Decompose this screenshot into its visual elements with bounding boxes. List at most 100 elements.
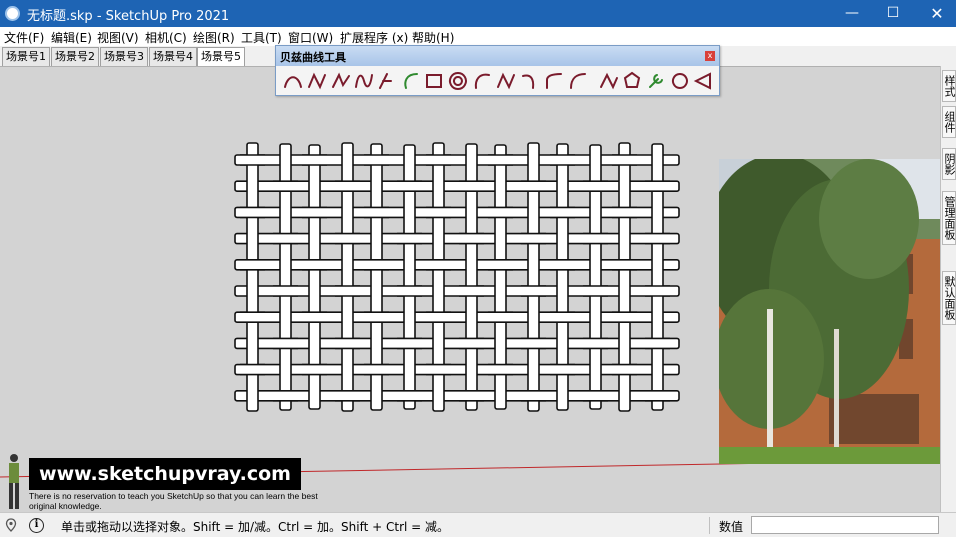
weft-strip: [234, 285, 680, 297]
polygon-tool-icon[interactable]: [621, 70, 643, 92]
fit-arc-tool-icon[interactable]: [400, 70, 422, 92]
weave-crossing: [459, 286, 484, 296]
weave-crossing: [426, 312, 451, 323]
weave-crossing: [488, 364, 513, 375]
cone-tool-icon[interactable]: [692, 70, 714, 92]
weave-crossing: [459, 390, 484, 401]
rounded-corner-tool-icon[interactable]: [543, 70, 565, 92]
divider-glyph: [522, 74, 535, 89]
arc-bezier-tool-icon[interactable]: [567, 70, 589, 92]
weave-crossing: [550, 259, 575, 270]
catmull-spline-glyph: [332, 72, 350, 88]
menu-file[interactable]: 文件(F): [4, 29, 44, 46]
fspline-tool-icon[interactable]: [376, 70, 398, 92]
weave-crossing: [583, 338, 608, 349]
tray-tab-components[interactable]: 组件: [942, 106, 956, 138]
instructor-info-icon[interactable]: i: [29, 518, 44, 533]
status-bar: i 单击或拖动以选择对象。Shift = 加/减。Ctrl = 加。Shift …: [0, 512, 956, 537]
weave-crossing: [612, 207, 637, 218]
weave-crossing: [240, 364, 265, 375]
menu-draw[interactable]: 绘图(R): [193, 29, 235, 46]
weave-crossing: [645, 233, 670, 244]
weave-crossing: [364, 312, 389, 323]
weave-crossing: [397, 286, 422, 296]
menu-window[interactable]: 窗口(W): [288, 29, 333, 46]
tree-building-photo[interactable]: [719, 159, 940, 464]
window-title: 无标题.skp - SketchUp Pro 2021: [27, 9, 230, 24]
polyline-tool-icon[interactable]: [598, 70, 620, 92]
edit-wrench-tool-icon[interactable]: [645, 70, 667, 92]
weft-strip: [234, 390, 680, 402]
weave-crossing: [397, 390, 422, 401]
uniform-bspline-glyph: [497, 72, 515, 90]
menu-tools[interactable]: 工具(T): [241, 29, 282, 46]
weave-crossing: [488, 312, 513, 323]
weave-crossing: [302, 312, 327, 323]
arc-tool-icon[interactable]: [471, 70, 493, 92]
status-separator: [709, 517, 710, 534]
toolbar-title-bar[interactable]: 贝兹曲线工具 x: [276, 46, 719, 66]
measurements-label: 数值: [719, 520, 744, 534]
weft-strip: [234, 232, 680, 245]
weave-crossing: [273, 181, 298, 192]
toolbar-close-button[interactable]: x: [705, 51, 715, 61]
catmull-spline-tool-icon[interactable]: [330, 70, 352, 92]
minimize-button[interactable]: —: [829, 0, 875, 27]
woven-lattice-model[interactable]: [233, 141, 681, 417]
cubic-bezier-tool-icon[interactable]: [353, 70, 375, 92]
menu-edit[interactable]: 编辑(E): [51, 29, 92, 46]
measurements-input[interactable]: [751, 516, 939, 534]
edit-wrench-glyph: [649, 74, 663, 88]
weave-crossing: [488, 259, 513, 270]
fspline-glyph: [379, 73, 392, 89]
weave-crossing: [397, 181, 422, 192]
weave-crossing: [521, 390, 546, 401]
uniform-bspline-tool-icon[interactable]: [495, 70, 517, 92]
drawing-viewport[interactable]: www.sketchupvray.com There is no reserva…: [0, 66, 940, 512]
tray-tab-manage[interactable]: 管理面板: [942, 191, 956, 245]
bezier-curve-toolbar[interactable]: 贝兹曲线工具 x: [275, 45, 720, 96]
title-bar: 无标题.skp - SketchUp Pro 2021 — ☐ ✕: [0, 0, 956, 27]
scene-tab-4[interactable]: 场景号4: [149, 47, 197, 66]
weave-crossing: [612, 364, 637, 375]
cone-glyph: [693, 72, 711, 90]
polyline-glyph: [600, 72, 618, 90]
menu-view[interactable]: 视图(V): [97, 29, 139, 46]
close-window-button[interactable]: ✕: [914, 0, 956, 27]
menu-help[interactable]: 帮助(H): [412, 29, 454, 46]
scene-tab-1[interactable]: 场景号1: [2, 47, 50, 66]
scene-tab-5[interactable]: 场景号5: [197, 47, 245, 66]
toolbar-title: 贝兹曲线工具: [280, 51, 346, 64]
concentric-circles-tool-icon[interactable]: [447, 70, 469, 92]
circle-tool-icon[interactable]: [669, 70, 691, 92]
circle-glyph: [671, 73, 688, 89]
cubic-bezier-glyph: [355, 74, 373, 88]
default-tray: 样式 组件 阴影 管理面板 默认面板: [940, 66, 956, 512]
bspline-glyph: [308, 72, 326, 90]
weave-crossing: [364, 259, 389, 270]
menu-camera[interactable]: 相机(C): [145, 29, 187, 46]
weave-crossing: [612, 155, 637, 165]
arc-glyph: [474, 73, 490, 89]
menu-bar: 文件(F) 编辑(E) 视图(V) 相机(C) 绘图(R) 工具(T) 窗口(W…: [0, 27, 956, 46]
maximize-button[interactable]: ☐: [870, 0, 916, 27]
tray-tab-default[interactable]: 默认面板: [942, 271, 956, 325]
rectangle-tool-icon[interactable]: [423, 70, 445, 92]
scene-tab-2[interactable]: 场景号2: [51, 47, 99, 66]
bezier-arc-tool-icon[interactable]: [282, 70, 304, 92]
weave-crossing: [240, 207, 265, 218]
tray-tab-styles[interactable]: 样式: [942, 70, 956, 102]
weave-crossing: [335, 181, 360, 192]
geolocation-icon[interactable]: [4, 518, 18, 532]
weave-crossing: [335, 338, 360, 349]
sketchup-app-icon[interactable]: [5, 6, 20, 21]
weave-crossing: [550, 155, 575, 165]
fit-arc-glyph: [404, 73, 418, 89]
menu-extensions[interactable]: 扩展程序 (x): [340, 29, 408, 46]
divider-tool-icon[interactable]: [519, 70, 541, 92]
tray-tab-shadows[interactable]: 阴影: [942, 148, 956, 180]
bspline-tool-icon[interactable]: [306, 70, 328, 92]
scene-tab-3[interactable]: 场景号3: [100, 47, 148, 66]
weave-crossing: [521, 233, 546, 244]
weave-crossing: [521, 286, 546, 296]
